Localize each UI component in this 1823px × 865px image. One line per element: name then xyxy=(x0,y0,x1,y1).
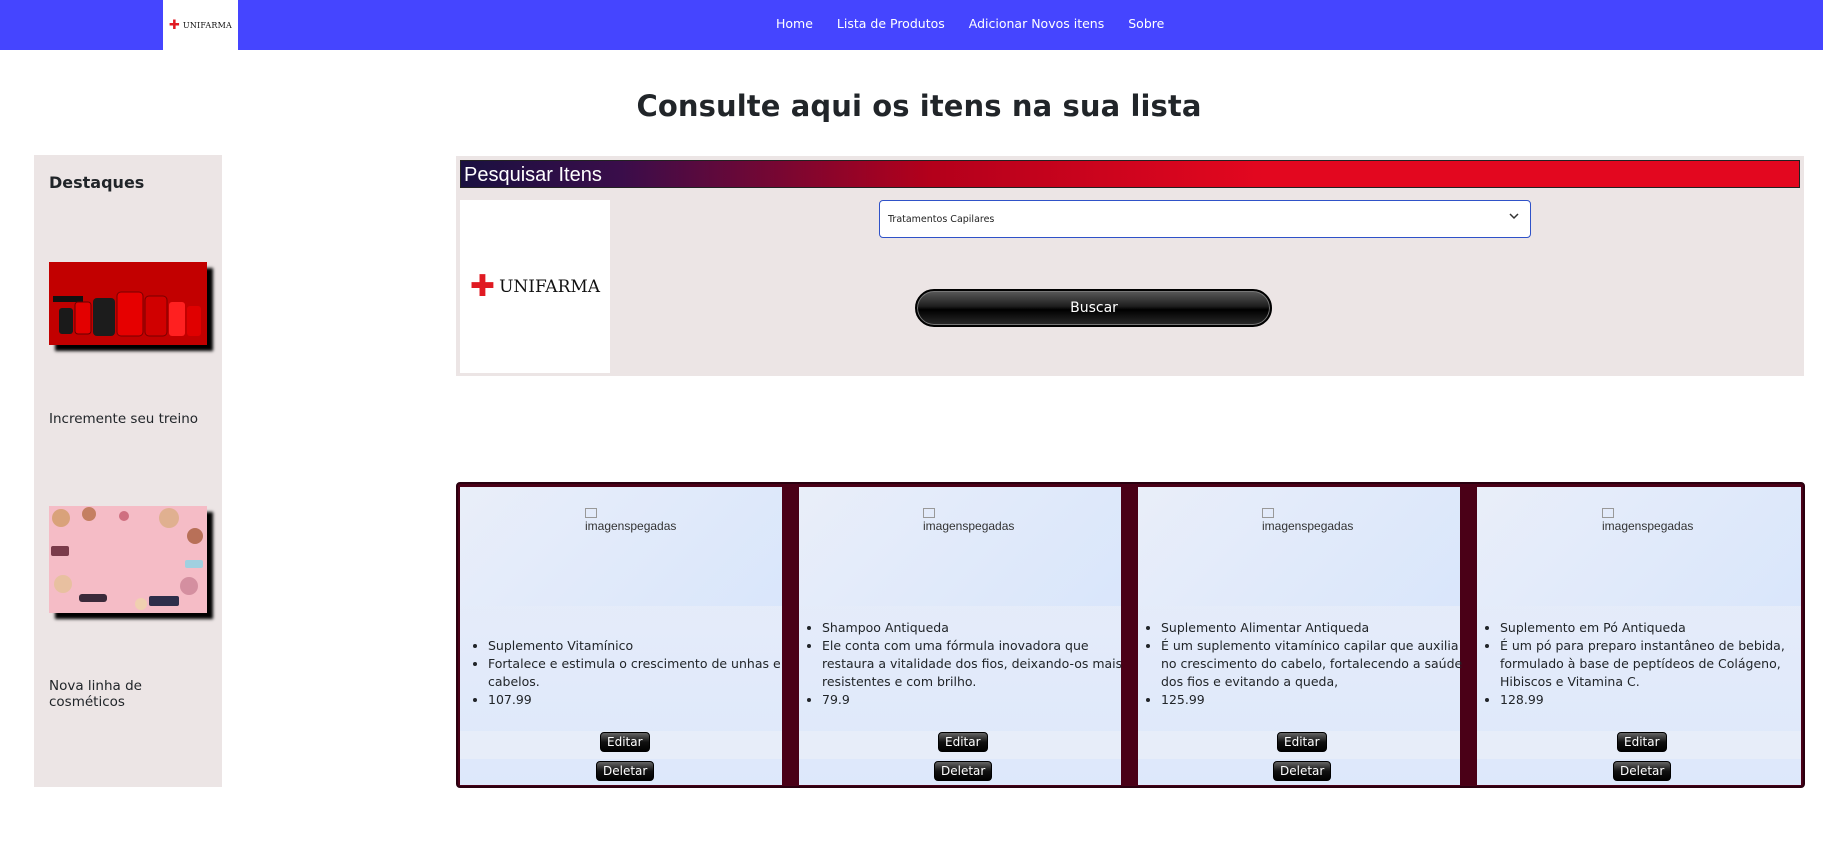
broken-image-icon: imagenspegadas xyxy=(1262,508,1353,533)
category-select[interactable]: Tratamentos Capilares xyxy=(879,200,1531,238)
cross-icon: ✚ xyxy=(469,268,496,304)
search-header: Pesquisar Itens xyxy=(460,160,1800,188)
product-image-area: imagenspegadas xyxy=(460,487,782,606)
product-description: Ele conta com uma fórmula inovadora que … xyxy=(822,637,1126,691)
product-image-area: imagenspegadas xyxy=(799,487,1121,606)
product-image-area: imagenspegadas xyxy=(1477,487,1801,606)
search-panel: Pesquisar Itens ✚ UNIFARMA Tratamentos C… xyxy=(456,156,1804,376)
search-button[interactable]: Buscar xyxy=(915,289,1272,327)
product-description: É um suplemento vitamínico capilar que a… xyxy=(1161,637,1465,691)
nav-home[interactable]: Home xyxy=(776,16,813,31)
delete-button[interactable]: Deletar xyxy=(596,761,655,781)
product-price: 107.99 xyxy=(488,691,792,709)
promo-caption-training: Incremente seu treino xyxy=(49,411,199,427)
product-card: imagenspegadas Suplemento em Pó Antiqued… xyxy=(1477,487,1801,785)
unifarma-logo: ✚ UNIFARMA xyxy=(460,200,610,373)
supplement-products-illustration xyxy=(49,262,207,345)
product-details: Suplemento em Pó Antiqueda É um pó para … xyxy=(1486,619,1808,709)
nav-links: Home Lista de Produtos Adicionar Novos i… xyxy=(776,16,1188,31)
product-details: Suplemento Vitamínico Fortalece e estimu… xyxy=(474,637,792,709)
product-grid: imagenspegadas Suplemento Vitamínico For… xyxy=(456,482,1805,788)
product-details: Suplemento Alimentar Antiqueda É um supl… xyxy=(1147,619,1465,709)
supplement-promo-image xyxy=(49,262,207,345)
product-name: Suplemento Vitamínico xyxy=(488,637,792,655)
product-name: Suplemento Alimentar Antiqueda xyxy=(1161,619,1465,637)
edit-button[interactable]: Editar xyxy=(1617,732,1667,752)
promo-caption-cosmetics: Nova linha de cosméticos xyxy=(49,678,142,710)
product-name: Shampoo Antiqueda xyxy=(822,619,1126,637)
brand-text: UNIFARMA xyxy=(182,20,233,30)
product-price: 125.99 xyxy=(1161,691,1465,709)
delete-button[interactable]: Deletar xyxy=(1273,761,1332,781)
product-name: Suplemento em Pó Antiqueda xyxy=(1500,619,1808,637)
chevron-down-icon xyxy=(1508,210,1520,226)
search-button-label: Buscar xyxy=(1070,300,1118,316)
logo-text: UNIFARMA xyxy=(499,276,601,297)
broken-image-icon: imagenspegadas xyxy=(923,508,1014,533)
product-card: imagenspegadas Suplemento Alimentar Anti… xyxy=(1138,487,1462,785)
cosmetics-promo-image xyxy=(49,506,207,613)
edit-button[interactable]: Editar xyxy=(600,732,650,752)
product-image-area: imagenspegadas xyxy=(1138,487,1460,606)
nav-lista-produtos[interactable]: Lista de Produtos xyxy=(837,16,945,31)
nav-adicionar-itens[interactable]: Adicionar Novos itens xyxy=(969,16,1104,31)
search-header-title: Pesquisar Itens xyxy=(464,164,602,186)
product-card: imagenspegadas Suplemento Vitamínico For… xyxy=(460,487,782,785)
edit-button[interactable]: Editar xyxy=(938,732,988,752)
category-select-value: Tratamentos Capilares xyxy=(888,214,995,225)
cross-icon: ✚ xyxy=(168,17,180,33)
brand-logo[interactable]: ✚ UNIFARMA xyxy=(163,0,238,50)
sidebar-highlights: Destaques Incremente seu treino Nova lin… xyxy=(34,155,222,787)
delete-button[interactable]: Deletar xyxy=(934,761,993,781)
delete-button[interactable]: Deletar xyxy=(1613,761,1672,781)
product-card: imagenspegadas Shampoo Antiqueda Ele con… xyxy=(799,487,1122,785)
product-price: 128.99 xyxy=(1500,691,1808,709)
nav-sobre[interactable]: Sobre xyxy=(1128,16,1164,31)
navbar: ✚ UNIFARMA Home Lista de Produtos Adicio… xyxy=(0,0,1823,50)
page-title: Consulte aqui os itens na sua lista xyxy=(636,89,1202,123)
broken-image-icon: imagenspegadas xyxy=(1602,508,1693,533)
product-details: Shampoo Antiqueda Ele conta com uma fórm… xyxy=(808,619,1126,709)
edit-button[interactable]: Editar xyxy=(1277,732,1327,752)
product-description: É um pó para preparo instantâneo de bebi… xyxy=(1500,637,1808,691)
product-description: Fortalece e estimula o crescimento de un… xyxy=(488,655,792,691)
product-price: 79.9 xyxy=(822,691,1126,709)
broken-image-icon: imagenspegadas xyxy=(585,508,676,533)
cosmetics-illustration xyxy=(49,506,207,613)
sidebar-title: Destaques xyxy=(49,173,145,192)
